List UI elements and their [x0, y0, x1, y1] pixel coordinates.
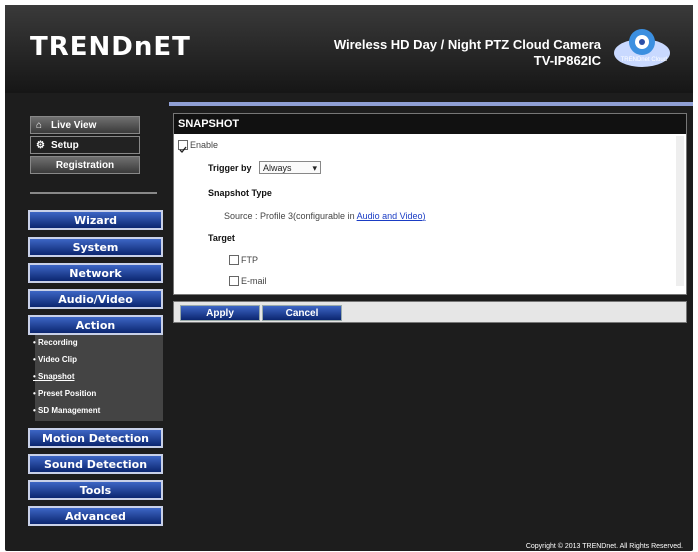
- submenu-preset-position[interactable]: • Preset Position: [33, 389, 96, 398]
- nav-audio-video[interactable]: Audio/Video: [28, 289, 163, 309]
- submenu-sd-management[interactable]: • SD Management: [33, 406, 100, 415]
- live-view-icon: ⌂: [36, 120, 43, 131]
- snapshot-type-label: Snapshot Type: [208, 188, 272, 198]
- cancel-button[interactable]: Cancel: [262, 305, 342, 321]
- audio-video-link[interactable]: Audio and Video: [357, 211, 423, 221]
- content-top-bar: [169, 102, 693, 106]
- check-icon: [179, 146, 187, 154]
- nav-sound-detection[interactable]: Sound Detection: [28, 454, 163, 474]
- trigger-select[interactable]: Always ▾: [259, 161, 321, 174]
- apply-button[interactable]: Apply: [180, 305, 260, 321]
- nav-motion-detection[interactable]: Motion Detection: [28, 428, 163, 448]
- product-name: Wireless HD Day / Night PTZ Cloud Camera: [333, 37, 601, 52]
- header-bar: TRENDnET Wireless HD Day / Night PTZ Clo…: [5, 5, 693, 93]
- nav-wizard[interactable]: Wizard: [28, 210, 163, 230]
- submenu-recording[interactable]: • Recording: [33, 338, 78, 347]
- live-view-button[interactable]: ⌂ Live View: [30, 116, 140, 134]
- nav-system[interactable]: System: [28, 237, 163, 257]
- nav-advanced[interactable]: Advanced: [28, 506, 163, 526]
- trendnet-logo: TRENDnET: [30, 32, 191, 62]
- trigger-label: Trigger by: [208, 163, 252, 173]
- source-info: Source : Profile 3(configurable in Audio…: [224, 211, 426, 221]
- nav-network[interactable]: Network: [28, 263, 163, 283]
- submenu-snapshot[interactable]: • Snapshot: [33, 372, 74, 381]
- enable-label: Enable: [190, 140, 219, 150]
- nav-divider: [30, 192, 157, 194]
- email-checkbox[interactable]: [229, 276, 239, 286]
- chevron-down-icon: ▾: [312, 163, 317, 173]
- setup-button[interactable]: ⚙ Setup: [30, 136, 140, 154]
- panel-scrollbar[interactable]: [676, 136, 684, 286]
- submenu-video-clip[interactable]: • Video Clip: [33, 355, 77, 364]
- product-title: Wireless HD Day / Night PTZ Cloud Camera…: [334, 37, 601, 69]
- action-button-bar: Apply Cancel: [173, 301, 687, 323]
- panel-title: SNAPSHOT: [174, 114, 686, 134]
- email-label: E-mail: [241, 276, 267, 286]
- gear-icon: ⚙: [36, 140, 45, 151]
- ftp-label: FTP: [241, 255, 258, 265]
- ftp-checkbox[interactable]: [229, 255, 239, 265]
- nav-action[interactable]: Action: [28, 315, 163, 335]
- registration-button[interactable]: Registration: [30, 156, 140, 174]
- product-model: TV-IP862IC: [533, 53, 601, 68]
- copyright-text: Copyright © 2013 TRENDnet. All Rights Re…: [525, 543, 683, 550]
- app-frame: TRENDnET Wireless HD Day / Night PTZ Clo…: [5, 5, 693, 551]
- target-label: Target: [208, 233, 235, 243]
- snapshot-panel: SNAPSHOT Enable Trigger by Always ▾ Snap…: [173, 113, 687, 295]
- enable-checkbox[interactable]: [178, 140, 188, 154]
- nav-tools[interactable]: Tools: [28, 480, 163, 500]
- cloud-label: TRENDnet Cloud: [620, 57, 667, 63]
